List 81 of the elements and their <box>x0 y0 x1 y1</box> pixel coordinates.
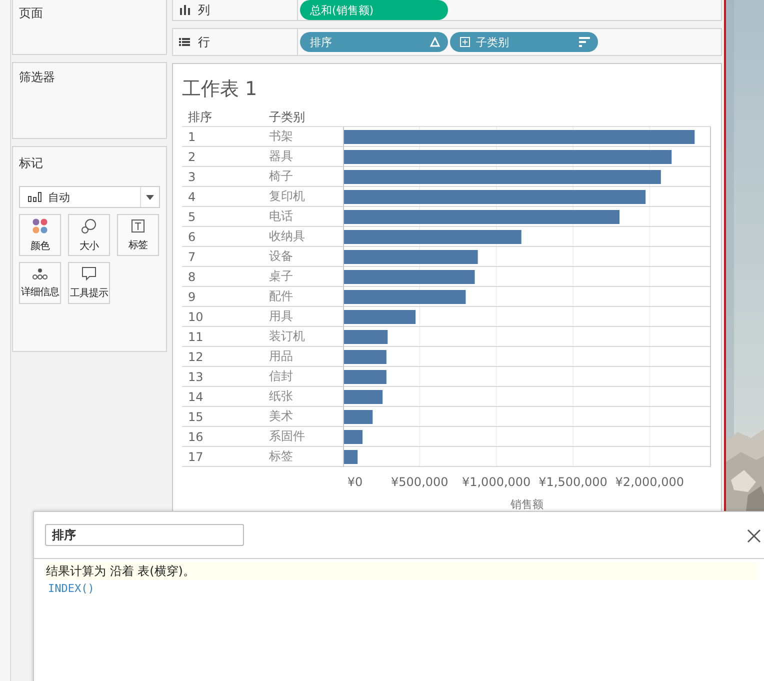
bar <box>344 370 386 384</box>
category-label: 收纳具 <box>269 228 306 245</box>
card-title: 筛选器 <box>19 69 56 86</box>
rows-icon <box>179 37 190 47</box>
axis-tick-label: ¥1,500,000 <box>538 475 608 489</box>
rank-cell-text: 5 <box>188 210 197 224</box>
category-label: 器具 <box>269 148 294 165</box>
axis-tick-label: ¥500,000 <box>391 475 448 489</box>
pill-label: 总和(销售额) <box>310 2 375 18</box>
sort-icon <box>579 37 590 47</box>
info-message: 结果计算为 沿着 表(横穿)。 <box>46 564 195 578</box>
category-label: 配件 <box>269 288 294 305</box>
category-label: 装订机 <box>269 328 306 345</box>
calculation-name-field[interactable]: 排序 <box>45 524 244 546</box>
mark-property-button[interactable]: 标签 <box>117 214 159 256</box>
category-label: 系固件 <box>269 428 306 445</box>
bar <box>344 390 383 404</box>
rank-cell-text: 4 <box>188 190 197 204</box>
axis-tick-label: ¥1,000,000 <box>462 475 531 489</box>
category-label: 椅子 <box>269 168 294 185</box>
axis-tick-label: ¥2,000,000 <box>615 475 684 489</box>
category-label: 书架 <box>269 128 294 145</box>
category-label: 标签 <box>269 448 294 465</box>
rank-cell-text: 6 <box>188 230 197 244</box>
worksheet-title: 工作表 1 <box>182 77 258 102</box>
rank-cell-text: 10 <box>188 310 204 324</box>
mark-property-button[interactable]: 颜色 <box>19 214 61 256</box>
column-header: 排序 <box>188 109 213 126</box>
expand-icon <box>460 37 470 47</box>
card-title: 页面 <box>19 5 44 22</box>
pill-label: 排序 <box>310 34 333 50</box>
rank-cell-text: 15 <box>188 410 204 424</box>
tooltip-icon <box>81 266 97 281</box>
shelf-label: 行 <box>198 34 210 50</box>
rank-cell-text: 13 <box>188 370 204 384</box>
category-label: 电话 <box>269 208 294 225</box>
category-label: 信封 <box>269 368 294 385</box>
bar-chart-icon <box>28 192 42 202</box>
rank-cell-text: 8 <box>188 270 197 284</box>
shelf-label: 列 <box>198 2 210 18</box>
size-circles-icon <box>81 218 97 234</box>
mark-property-button[interactable]: 详细信息 <box>19 262 61 304</box>
detail-dots-icon <box>32 268 48 280</box>
color-dots-icon <box>32 218 48 234</box>
rank-cell-text: 12 <box>188 350 204 364</box>
mark-type-dropdown[interactable]: 自动 <box>19 186 160 208</box>
category-label: 桌子 <box>269 268 294 285</box>
rank-cell-text: 14 <box>188 390 204 404</box>
bar <box>344 410 373 424</box>
text-label-icon <box>131 218 145 232</box>
columns-icon <box>179 5 190 15</box>
rank-cell-text: 3 <box>188 170 197 184</box>
rank-cell-text: 9 <box>188 290 197 304</box>
mark-type-label: 自动 <box>48 190 70 204</box>
axis-title: 销售额 <box>510 498 544 511</box>
bar <box>344 450 358 464</box>
axis-tick-label: ¥0 <box>347 475 363 489</box>
rank-cell-text: 2 <box>188 150 197 164</box>
pill-label: 子类别 <box>476 34 510 50</box>
rank-cell-text: 1 <box>188 130 197 144</box>
category-label: 用品 <box>269 348 294 365</box>
mark-property-button[interactable]: 大小 <box>68 214 110 256</box>
bar <box>344 350 386 364</box>
rank-cell-text: 16 <box>188 430 204 444</box>
card-title: 标记 <box>19 155 44 172</box>
rank-cell-text: 7 <box>188 250 197 264</box>
category-label: 设备 <box>269 248 294 265</box>
bar <box>344 330 388 344</box>
formula-text: INDEX() <box>48 582 94 595</box>
category-label: 美术 <box>269 408 294 425</box>
category-label: 用具 <box>269 308 294 325</box>
column-header: 子类别 <box>269 109 306 126</box>
category-label: 纸张 <box>269 388 294 405</box>
mark-property-button[interactable]: 工具提示 <box>68 262 110 304</box>
delta-icon <box>430 37 440 47</box>
rank-cell-text: 11 <box>188 330 204 344</box>
rank-cell-text: 17 <box>188 450 204 464</box>
category-label: 复印机 <box>269 188 306 205</box>
caret-icon <box>146 194 154 200</box>
close-button[interactable] <box>746 528 762 544</box>
bar <box>344 430 363 444</box>
